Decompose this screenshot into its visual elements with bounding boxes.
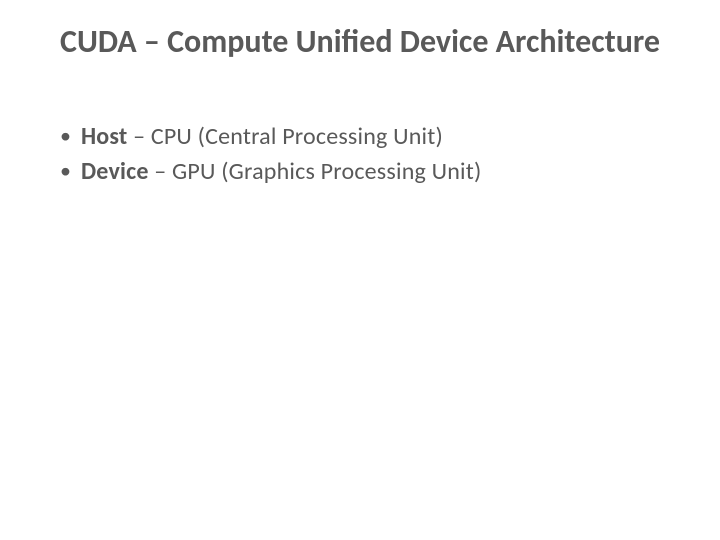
list-item-term: Device: [81, 157, 149, 186]
list-item-desc: – GPU (Graphics Processing Unit): [149, 157, 482, 186]
list-item-term: Host: [81, 122, 127, 151]
list-item: • Host – CPU (Central Processing Unit): [60, 120, 670, 155]
list-item-text: Device – GPU (Graphics Processing Unit): [81, 155, 482, 190]
list-item-text: Host – CPU (Central Processing Unit): [81, 120, 443, 155]
slide-content: • Host – CPU (Central Processing Unit) •…: [50, 120, 670, 190]
slide-title: CUDA – Compute Unified Device Architectu…: [50, 22, 670, 62]
list-item-desc: – CPU (Central Processing Unit): [127, 122, 443, 151]
list-item: • Device – GPU (Graphics Processing Unit…: [60, 155, 670, 190]
bullet-icon: •: [60, 120, 71, 152]
bullet-icon: •: [60, 155, 71, 187]
